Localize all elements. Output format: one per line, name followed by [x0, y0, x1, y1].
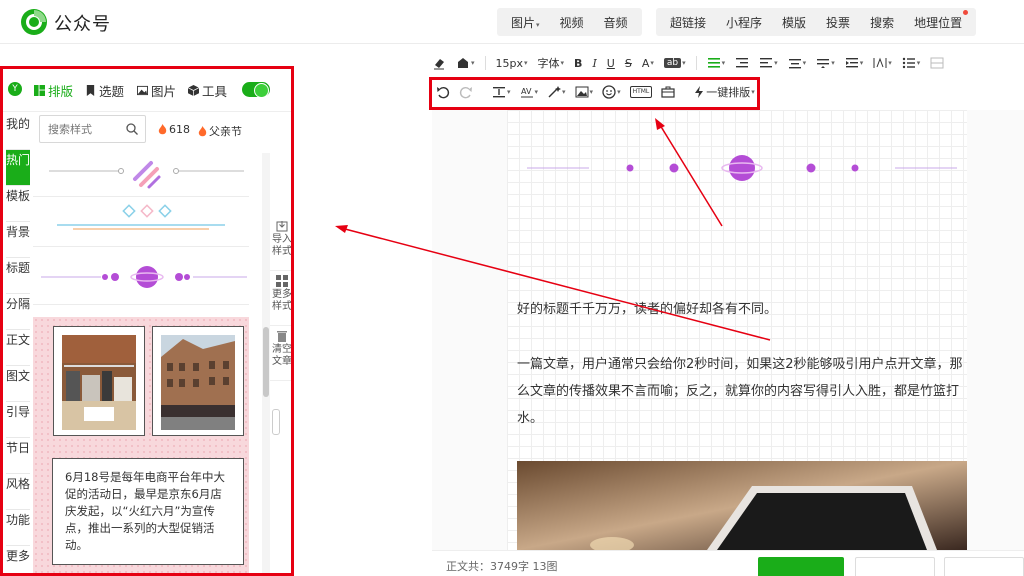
chevron-down-icon: ▾ [721, 59, 726, 67]
indent-spacing-icon [845, 58, 858, 68]
highlight-box-style-panel [0, 66, 294, 576]
editor-status-bar: 正文共：3749字 13图 [432, 550, 1024, 576]
article-paragraph-1[interactable]: 好的标题千千万万，读者的偏好却各有不同。 [517, 296, 972, 323]
chevron-down-icon: ▾ [560, 59, 565, 67]
font-size-select[interactable]: 15px ▾ [496, 57, 528, 70]
chevron-down-icon: ▾ [831, 59, 835, 67]
toolbar-divider [484, 56, 486, 70]
save-publish-button[interactable] [758, 557, 844, 576]
strikethrough-button[interactable]: S [625, 57, 632, 70]
media-insert-group: 图片▾ 视频 音频 [497, 8, 642, 36]
chevron-down-icon: ▾ [888, 59, 892, 67]
insert-vote-button[interactable]: 投票 [816, 14, 860, 31]
feature-insert-group: 超链接 小程序 模版 投票 搜索 地理位置 [656, 8, 977, 36]
insert-search-button[interactable]: 搜索 [860, 14, 904, 31]
font-color-button[interactable]: A ▾ [642, 57, 654, 70]
letter-spacing-button[interactable]: ▾ [873, 56, 892, 70]
save-draft-button[interactable] [944, 557, 1024, 576]
table-button[interactable] [930, 56, 944, 70]
editor-app: 公众号 图片▾ 视频 音频 超链接 小程序 模版 投票 搜索 地理位置 Y 排版… [0, 0, 1024, 576]
article-laptop-image[interactable] [517, 461, 967, 550]
paint-brush-icon [458, 58, 468, 68]
line-spacing-icon [788, 59, 801, 69]
align-left-button[interactable]: ▾ [707, 56, 726, 70]
table-icon [930, 57, 944, 69]
insert-miniprogram-button[interactable]: 小程序 [716, 14, 772, 31]
top-header: 公众号 图片▾ 视频 音频 超链接 小程序 模版 投票 搜索 地理位置 [0, 0, 1024, 44]
underline-button[interactable]: U [607, 57, 615, 70]
indent-spacing-button[interactable]: ▾ [845, 56, 864, 70]
paragraph-spacing-icon [817, 59, 830, 68]
letter-spacing-icon [873, 57, 887, 68]
laptop-photo-image [517, 461, 967, 550]
format-painter-button[interactable]: ▾ [456, 56, 475, 70]
highlight-box-toolbar [429, 77, 760, 110]
chevron-down-icon: ▾ [471, 59, 475, 67]
insert-template-button[interactable]: 模版 [772, 14, 816, 31]
indent-button[interactable] [735, 56, 749, 70]
eraser-icon [434, 59, 444, 70]
clear-format-button[interactable] [432, 56, 446, 70]
list-icon [902, 57, 915, 69]
indent-icon [736, 58, 749, 68]
chevron-down-icon: ▾ [916, 59, 921, 67]
paragraph-line: 么文章的传播效果不言而喻；反之，就算你的内容写得引人入胜，都是竹篮打 [517, 384, 960, 399]
format-toolbar: ▾ 15px ▾ 字体 ▾ B I U S A ▾ ab ▾ ▾ ▾ ▾ ▾ ▾ ▾ ▾ [432, 52, 1024, 74]
insert-video-button[interactable]: 视频 [550, 14, 594, 31]
word-count-text: 正文共：3749字 13图 [446, 560, 558, 573]
chevron-down-icon: ▾ [682, 59, 686, 67]
italic-button[interactable]: I [592, 57, 596, 70]
line-spacing-button[interactable]: ▾ [788, 56, 807, 70]
paragraph-line: 水。 [517, 411, 544, 426]
toolbar-divider [695, 56, 697, 70]
article-editor[interactable]: 好的标题千千万万，读者的偏好却各有不同。 一篇文章，用户通常只会给你2秒时间，如… [432, 110, 1024, 550]
outdent-icon [760, 58, 773, 68]
font-family-select[interactable]: 字体 ▾ [538, 55, 565, 71]
insert-audio-button[interactable]: 音频 [594, 14, 638, 31]
background-color-button[interactable]: ab ▾ [663, 58, 686, 68]
list-button[interactable]: ▾ [902, 56, 921, 70]
chevron-down-icon: ▾ [536, 20, 540, 29]
chevron-down-icon: ▾ [802, 59, 807, 67]
brand-logo-icon [21, 9, 47, 35]
paragraph-spacing-button[interactable]: ▾ [816, 56, 835, 70]
new-badge-dot [963, 9, 969, 15]
insert-image-menu[interactable]: 图片▾ [501, 14, 550, 31]
outdent-button[interactable]: ▾ [759, 56, 778, 70]
align-left-icon [707, 58, 720, 68]
bold-button[interactable]: B [574, 57, 582, 70]
paragraph-line: 一篇文章，用户通常只会给你2秒时间，如果这2秒能够吸引用户点开文章，那 [517, 357, 963, 372]
chevron-down-icon: ▾ [650, 59, 654, 67]
brand-name: 公众号 [54, 14, 111, 35]
preview-button[interactable] [855, 557, 935, 576]
chevron-down-icon: ▾ [524, 59, 528, 67]
article-paragraph-2[interactable]: 一篇文章，用户通常只会给你2秒时间，如果这2秒能够吸引用户点开文章，那 么文章的… [517, 351, 972, 432]
insert-location-button[interactable]: 地理位置 [904, 9, 972, 31]
planet-divider-ornament [527, 155, 957, 181]
chevron-down-icon: ▾ [859, 59, 864, 67]
arrowhead-icon [335, 225, 348, 233]
chevron-down-icon: ▾ [774, 59, 778, 67]
insert-hyperlink-button[interactable]: 超链接 [660, 14, 716, 31]
